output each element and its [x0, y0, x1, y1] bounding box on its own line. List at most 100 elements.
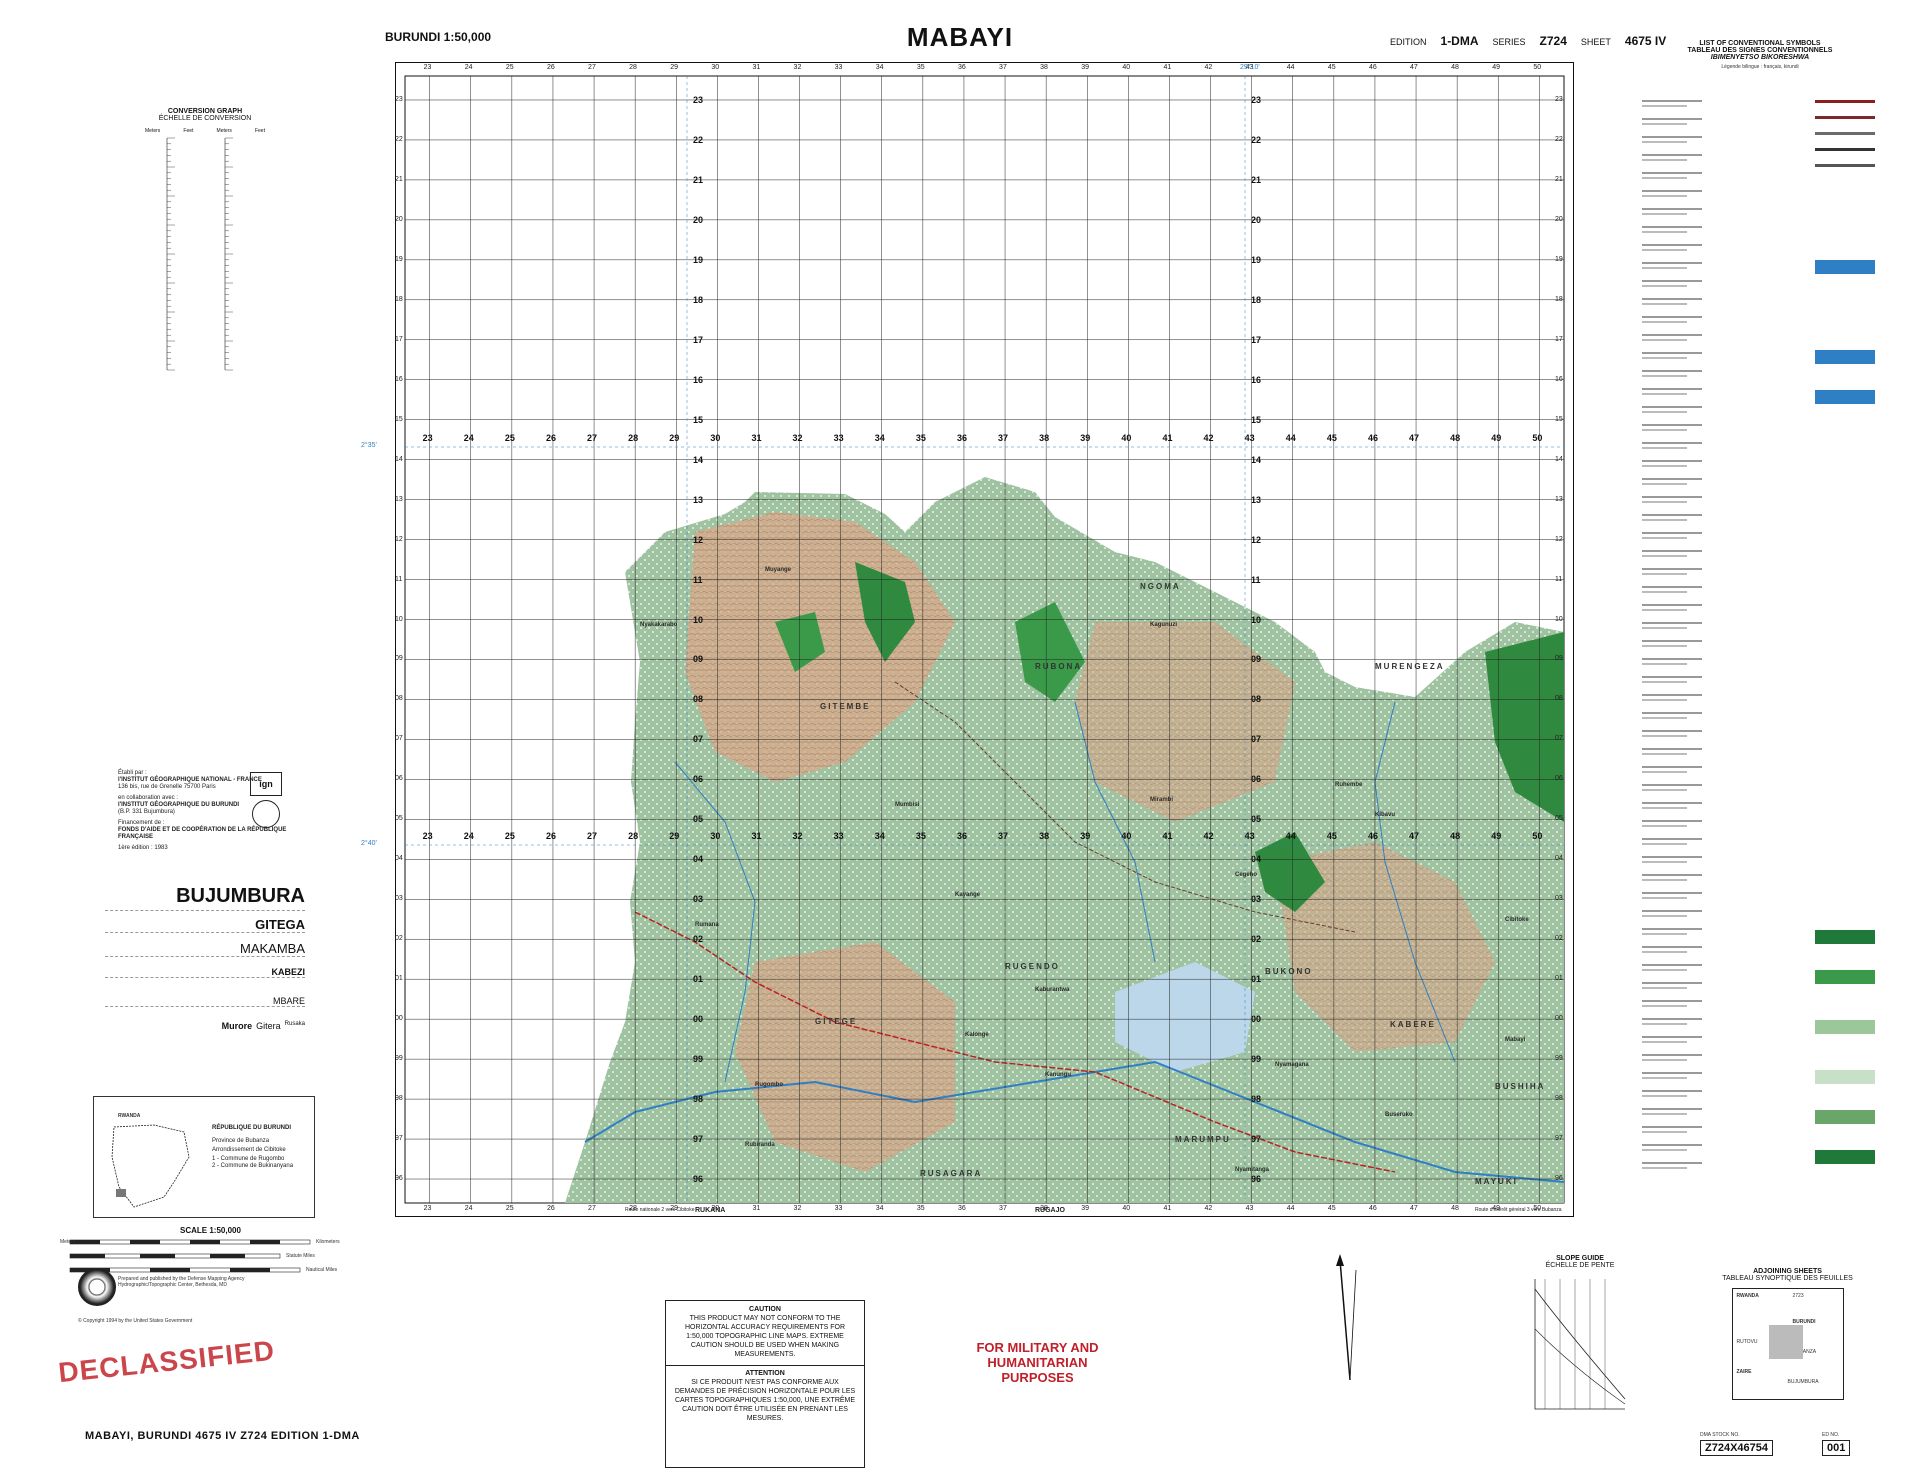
- grid-col-label-top: 24: [464, 64, 473, 71]
- region-rubona: RUBONA: [1035, 662, 1083, 671]
- grid-row-label-inner: 11: [1251, 574, 1261, 585]
- town-mumbisi: Mumbisi: [895, 802, 920, 808]
- grid-col-label-top: 36: [957, 64, 966, 71]
- coord-top-1: 29°10': [1240, 64, 1260, 71]
- grid-col-label-inner: 43: [1244, 831, 1255, 841]
- conversion-graph-scales: [166, 137, 233, 371]
- grid-row-label-left: 08: [395, 695, 403, 703]
- index-province: Province de Bubanza: [212, 1138, 270, 1144]
- legend-subtitle: Légende bilingue : français, kirundi: [1721, 64, 1799, 70]
- grid-col-label-inner: 42: [1203, 433, 1214, 443]
- index-commune1: 1 - Commune de Rugombo: [212, 1156, 285, 1162]
- grid-col-label-inner: 31: [751, 831, 762, 841]
- grid-col-label-inner: 25: [504, 433, 515, 443]
- declination-diagram: [1336, 1254, 1357, 1381]
- grid-row-label-right: 08: [1555, 695, 1563, 703]
- sheet-label: SHEET: [1580, 37, 1611, 47]
- map-body: 23 23 23 23 24 24 24 24 25 25 25 25 26 26 26 26 27 27 27 27…: [361, 61, 1575, 1218]
- grid-row-label-inner: 21: [693, 174, 704, 185]
- grid-row-label-inner: 15: [1251, 414, 1262, 425]
- town-ruhembe: Ruhembe: [1335, 782, 1363, 788]
- grid-row-label-inner: 16: [693, 374, 704, 385]
- ed-label: ED NO.: [1822, 1432, 1840, 1438]
- legend-title-fr: TABLEAU DES SIGNES CONVENTIONNELS: [1687, 47, 1833, 54]
- grid-col-label-inner: 45: [1326, 831, 1337, 841]
- grid-row-label-inner: 18: [1251, 294, 1262, 305]
- admin-colline: MBARE: [272, 996, 305, 1006]
- grid-col-label-inner: 36: [956, 831, 967, 841]
- legend-panel: LIST OF CONVENTIONAL SYMBOLS TABLEAU DES…: [1640, 40, 1880, 70]
- grid-col-label-bottom: 43: [1245, 1205, 1254, 1212]
- coord-left-2: 2°40': [361, 840, 377, 847]
- grid-col-label-inner: 33: [833, 433, 844, 443]
- region-kabere: KABERE: [1390, 1020, 1436, 1029]
- grid-col-label-bottom: 35: [916, 1205, 925, 1212]
- grid-row-label-inner: 16: [1251, 374, 1262, 385]
- grid-row-label-left: 19: [395, 255, 403, 263]
- admin-other: Murore: [221, 1021, 253, 1031]
- grid-col-label-inner: 47: [1409, 433, 1420, 443]
- town-kibavu: Kibavu: [1375, 812, 1396, 818]
- grid-row-label-left: 03: [395, 895, 403, 903]
- grid-row-label-inner: 18: [693, 294, 704, 305]
- grid-row-label-inner: 06: [1251, 774, 1262, 785]
- scale-miles-label: Statute Miles: [286, 1253, 315, 1259]
- grid-col-label-bottom: 40: [1122, 1205, 1131, 1212]
- coord-left-1: 2°35': [361, 442, 377, 449]
- region-bukono: BUKONO: [1265, 967, 1313, 976]
- grid-col-label-inner: 49: [1491, 831, 1502, 841]
- grid-row-label-inner: 22: [1251, 134, 1262, 145]
- town-cegeho: Cegeho: [1235, 872, 1258, 878]
- town-rumana: Rumana: [695, 922, 719, 928]
- grid-col-label-inner: 28: [628, 831, 639, 841]
- grid-row-label-left: 97: [395, 1135, 403, 1143]
- grid-col-label-inner: 27: [587, 433, 598, 443]
- town-rugombo: Rugombo: [755, 1082, 783, 1088]
- grid-col-label-inner: 38: [1039, 433, 1050, 443]
- grid-row-label-right: 97: [1555, 1135, 1563, 1143]
- grid-col-label-top: 49: [1492, 64, 1501, 71]
- grid-row-label-inner: 05: [693, 814, 704, 825]
- caution-box: CAUTION THIS PRODUCT MAY NOT CONFORM TO …: [665, 1300, 865, 1468]
- series-value: Z724: [1539, 34, 1567, 48]
- grid-row-label-inner: 20: [1251, 214, 1262, 225]
- grid-row-label-left: 10: [395, 615, 403, 623]
- grid-col-label-top: 30: [711, 64, 720, 71]
- military-purposes: FOR MILITARY AND HUMANITARIAN PURPOSES: [976, 1340, 1099, 1385]
- grid-col-label-inner: 37: [998, 831, 1009, 841]
- town-kanungu: Kanungu: [1045, 1072, 1071, 1078]
- grid-row-label-inner: 98: [1251, 1094, 1262, 1105]
- town-nyamitanga: Nyamitanga: [1235, 1167, 1270, 1173]
- grid-col-label-bottom: 45: [1327, 1205, 1336, 1212]
- grid-col-label-bottom: 26: [546, 1205, 555, 1212]
- grid-row-label-inner: 02: [693, 934, 704, 945]
- grid-col-label-inner: 49: [1491, 433, 1502, 443]
- grid-row-label-inner: 97: [1251, 1134, 1262, 1145]
- bottom-right-note: Route d'intérêt général 3 vers Bubanza: [1475, 1207, 1562, 1213]
- admin-province: GITEGA: [255, 917, 305, 932]
- grid-row-label-right: 19: [1555, 255, 1563, 263]
- grid-col-label-inner: 42: [1203, 831, 1214, 841]
- grid-col-label-inner: 45: [1326, 433, 1337, 443]
- grid-row-label-inner: 14: [693, 454, 704, 465]
- grid-col-label-inner: 24: [463, 433, 474, 443]
- grid-row-label-inner: 00: [1251, 1014, 1262, 1025]
- grid-row-label-inner: 00: [693, 1014, 704, 1025]
- grid-col-label-bottom: 46: [1368, 1205, 1377, 1212]
- grid-row-label-inner: 07: [1251, 734, 1262, 745]
- grid-row-label-inner: 09: [693, 654, 704, 665]
- slope-title: SLOPE GUIDE: [1556, 1255, 1604, 1262]
- index-republic: RÉPUBLIQUE DU BURUNDI: [212, 1125, 292, 1131]
- grid-row-label-inner: 23: [693, 94, 704, 105]
- grid-row-label-right: 06: [1555, 775, 1563, 783]
- grid-col-label-bottom: 36: [957, 1205, 966, 1212]
- grid-col-label-top: 46: [1368, 64, 1377, 71]
- grid-row-label-inner: 17: [1251, 334, 1262, 345]
- grid-row-label-right: 03: [1555, 895, 1563, 903]
- grid-col-label-bottom: 27: [588, 1205, 596, 1212]
- grid-col-label-top: 33: [834, 64, 843, 71]
- grid-col-label-inner: 37: [998, 433, 1009, 443]
- region-gitembe: GITEMBE: [820, 702, 871, 711]
- producer-line9: 1ère édition : 1983: [118, 845, 168, 851]
- igebu-seal: [252, 800, 280, 828]
